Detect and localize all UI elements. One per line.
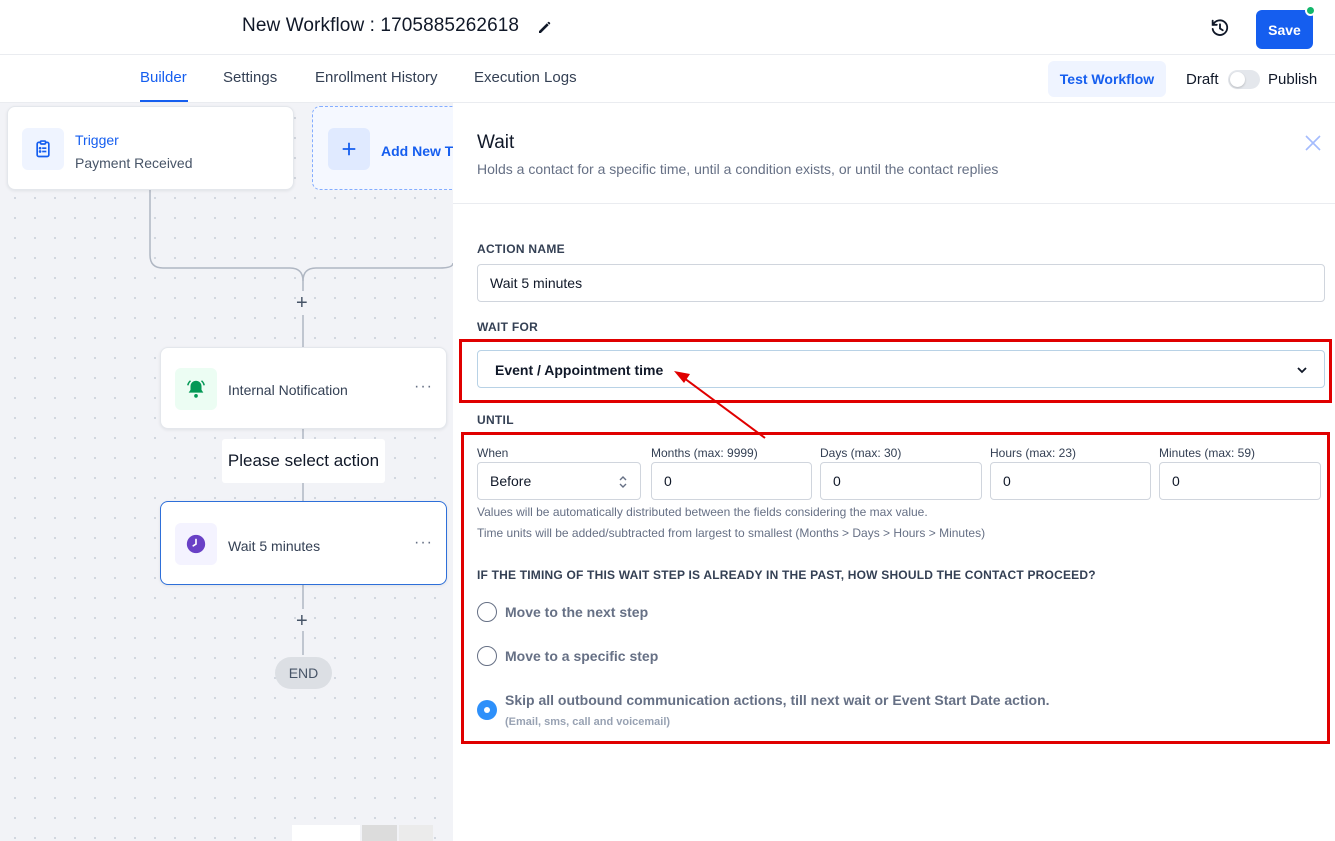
close-icon[interactable] xyxy=(1303,133,1323,153)
add-trigger-card[interactable]: Add New T xyxy=(312,106,453,190)
add-step-plus[interactable]: + xyxy=(296,611,308,631)
trigger-icon-box xyxy=(22,128,64,170)
tab-enrollment-history[interactable]: Enrollment History xyxy=(315,69,438,86)
trigger-subtitle: Payment Received xyxy=(75,155,193,171)
tab-settings[interactable]: Settings xyxy=(223,69,277,86)
clipboard-icon xyxy=(36,140,50,158)
node-label: Wait 5 minutes xyxy=(228,538,321,554)
add-trigger-label: Add New T xyxy=(381,143,453,159)
workflow-canvas[interactable]: Trigger Payment Received Add New T + Int… xyxy=(0,103,453,841)
until-label: UNTIL xyxy=(477,413,514,427)
publish-label: Publish xyxy=(1268,71,1318,88)
bell-icon xyxy=(187,380,205,398)
tab-execution-logs[interactable]: Execution Logs xyxy=(474,69,577,86)
add-icon-box xyxy=(328,128,370,170)
node-menu-icon[interactable]: ··· xyxy=(414,378,433,396)
workflow-title[interactable]: New Workflow : 1705885262618 xyxy=(242,15,519,37)
pencil-icon[interactable] xyxy=(536,18,554,36)
node-label: Internal Notification xyxy=(228,382,348,398)
plus-icon xyxy=(342,142,356,156)
wait-node[interactable]: Wait 5 minutes ··· xyxy=(160,501,447,585)
panel-subtitle: Holds a contact for a specific time, unt… xyxy=(477,161,999,177)
internal-notification-node[interactable]: Internal Notification ··· xyxy=(160,347,447,429)
canvas-overlay-strip xyxy=(399,825,433,841)
divider xyxy=(453,203,1335,204)
add-step-plus[interactable]: + xyxy=(296,293,308,313)
test-workflow-button[interactable]: Test Workflow xyxy=(1048,61,1166,97)
node-menu-icon[interactable]: ··· xyxy=(414,534,433,552)
highlight-box-until xyxy=(461,432,1330,744)
save-button[interactable]: Save xyxy=(1256,10,1313,49)
unsaved-status-dot xyxy=(1305,5,1316,16)
wait-icon-box xyxy=(175,523,217,565)
tab-builder[interactable]: Builder xyxy=(140,69,187,86)
action-name-label: ACTION NAME xyxy=(477,242,565,256)
trigger-title: Trigger xyxy=(75,132,119,148)
panel-title: Wait xyxy=(477,132,515,153)
highlight-box-wait-for xyxy=(459,339,1332,403)
draft-label: Draft xyxy=(1186,71,1219,88)
toggle-knob xyxy=(1230,72,1245,87)
end-node: END xyxy=(275,657,332,689)
canvas-overlay-strip xyxy=(292,825,360,841)
notification-icon-box xyxy=(175,368,217,410)
trigger-card[interactable]: Trigger Payment Received xyxy=(7,106,294,190)
clock-icon xyxy=(186,534,206,554)
wait-for-label: WAIT FOR xyxy=(477,320,539,334)
active-tab-indicator xyxy=(140,100,188,102)
canvas-overlay-strip xyxy=(362,825,397,841)
top-bar: New Workflow : 1705885262618 Save xyxy=(0,0,1335,55)
history-icon[interactable] xyxy=(1209,17,1231,39)
tab-bar: Builder Settings Enrollment History Exec… xyxy=(0,55,1335,103)
select-action-tooltip: Please select action xyxy=(222,439,385,483)
publish-toggle[interactable] xyxy=(1228,70,1260,89)
action-name-input[interactable]: Wait 5 minutes xyxy=(477,264,1325,302)
